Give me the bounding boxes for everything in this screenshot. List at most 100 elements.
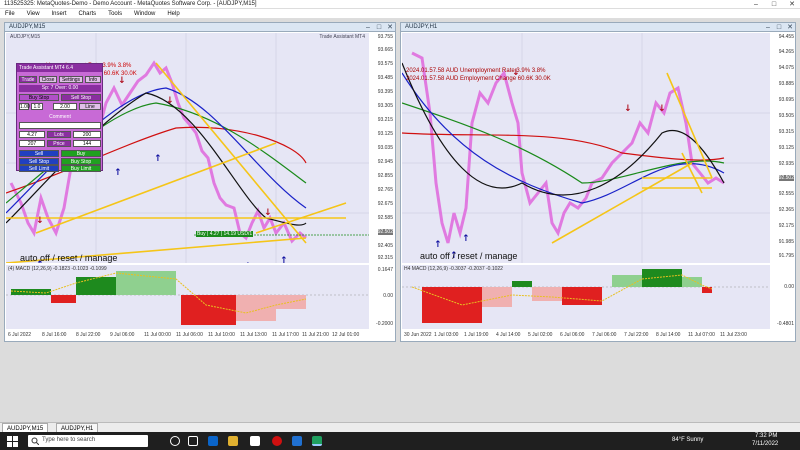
lots-value[interactable]: 4.27	[19, 131, 45, 138]
cortana-icon[interactable]	[170, 436, 180, 446]
price-chart-area[interactable]: ↓ ↓ ↓ ↑ ↑ ↑ 2024.01.57.58 AUD Unemployme…	[402, 33, 770, 263]
y-tick: 93.395	[377, 89, 393, 95]
tab-settings[interactable]: Settings	[59, 76, 83, 83]
trade-assistant-header[interactable]: Trade Assistant MT4 6.4	[17, 64, 102, 72]
clock-date[interactable]: 7/11/2022	[752, 441, 778, 447]
task-view-icon[interactable]	[188, 436, 198, 446]
rr-input[interactable]: 2.00	[53, 103, 77, 110]
macd-bar	[512, 281, 532, 287]
close-button[interactable]: ✕	[784, 0, 800, 9]
chart-minimize-button[interactable]: –	[363, 23, 373, 32]
buy-arrow-icon: ↑	[462, 234, 470, 244]
lot-input[interactable]: 1.00	[19, 103, 30, 110]
chart-close-button[interactable]: ✕	[785, 23, 795, 32]
x-tick: 11 Jul 00:00	[144, 332, 171, 338]
news-line-1: 2024.01.57.58 AUD Unemployment Rate 3.9%…	[406, 68, 546, 74]
opera-icon[interactable]	[272, 436, 282, 446]
menu-insert[interactable]: Insert	[46, 9, 71, 19]
menu-help[interactable]: Help	[162, 9, 184, 19]
buy-stop-button[interactable]: Buy Stop	[61, 158, 101, 165]
buy-limit-button[interactable]: Buy Limit	[61, 165, 101, 172]
menu-bar: File View Insert Charts Tools Window Hel…	[0, 9, 800, 19]
search-icon	[31, 437, 39, 445]
edge-icon[interactable]	[208, 436, 218, 446]
y-tick: 94.075	[778, 65, 794, 71]
price-value[interactable]: 144	[73, 140, 101, 147]
ema-green-line	[402, 102, 725, 184]
maximize-button[interactable]: □	[766, 0, 782, 9]
macd-bar	[116, 271, 176, 295]
taskbar-search-box[interactable]: Type here to search	[28, 435, 148, 447]
x-tick: 11 Jul 13:00	[240, 332, 267, 338]
macd-axis: 0.00 -0.4801	[770, 265, 796, 329]
metatrader-icon[interactable]	[312, 436, 322, 446]
tab-info[interactable]: Info	[85, 76, 101, 83]
sell-stop-toggle[interactable]: Sell Stop	[61, 94, 101, 101]
ema-black-line	[402, 62, 725, 196]
sell-arrow-icon: ↓	[624, 104, 632, 114]
x-tick: 1 Jul 19:00	[464, 332, 489, 338]
menu-view[interactable]: View	[22, 9, 45, 19]
buy-button[interactable]: Buy	[61, 150, 101, 157]
chrome-icon[interactable]	[250, 436, 260, 446]
tp-value[interactable]: 200	[73, 131, 101, 138]
macd-panel[interactable]: (4) MACD (12,26,9) -0.1823 -0.1023 -0.10…	[6, 265, 369, 329]
x-tick: 8 Jul 16:00	[42, 332, 67, 338]
news-line-2: 2024.01.57.58 AUD Employment Change 60.6…	[406, 76, 551, 82]
buy-order-label[interactable]: Buy | 4.27 | 14.19 USD/1	[196, 231, 254, 237]
menu-charts[interactable]: Charts	[73, 9, 101, 19]
title-bar: 113525325: MetaQuotes-Demo - Demo Accoun…	[0, 0, 800, 9]
macd-bar	[51, 295, 76, 303]
search-placeholder: Type here to search	[42, 437, 96, 443]
x-tick: 11 Jul 23:00	[720, 332, 747, 338]
tab-close[interactable]: Close	[39, 76, 57, 83]
sell-stop-button[interactable]: Sell Stop	[19, 158, 59, 165]
clock-time[interactable]: 7:32 PM	[755, 433, 777, 439]
x-tick: 11 Jul 21:00	[302, 332, 329, 338]
chart-maximize-button[interactable]: □	[374, 23, 384, 32]
chart-window-titlebar[interactable]: AUDJPY,H1 – □ ✕	[401, 23, 795, 32]
line-button[interactable]: Line	[79, 103, 101, 110]
buy-arrow-icon: ↑	[434, 240, 442, 250]
chart-minimize-button[interactable]: –	[763, 23, 773, 32]
windows-taskbar: Type here to search 84°F Sunny 7:32 PM 7…	[0, 432, 800, 450]
sell-arrow-icon: ↓	[166, 96, 174, 106]
menu-file[interactable]: File	[0, 9, 20, 19]
chart-window-audjpy-m15[interactable]: AUDJPY,M15 – □ ✕ AUDJPY,M15 Trade Assist…	[4, 22, 396, 342]
chart-window-title: AUDJPY,H1	[405, 24, 438, 30]
weather-text[interactable]: 84°F Sunny	[672, 437, 703, 443]
comment-input[interactable]	[19, 122, 101, 129]
tab-trade[interactable]: Trade	[19, 76, 37, 83]
menu-window[interactable]: Window	[129, 9, 160, 19]
auto-off-text: auto off / reset / manage	[420, 251, 518, 261]
sell-button[interactable]: Sell	[19, 150, 59, 157]
buy-stop-toggle[interactable]: Buy Stop	[19, 94, 59, 101]
chart-maximize-button[interactable]: □	[774, 23, 784, 32]
sell-arrow-icon: ↓	[264, 208, 272, 218]
chart-close-button[interactable]: ✕	[385, 23, 395, 32]
x-tick: 11 Jul 17:00	[272, 332, 299, 338]
y-tick: 93.125	[778, 145, 794, 151]
macd-panel[interactable]: H4 MACD (12,26,9) -0.3037 -0.2037 -0.102…	[402, 265, 770, 329]
ema-red-line	[402, 132, 725, 161]
y-tick: 93.305	[377, 103, 393, 109]
x-tick: 7 Jul 06:00	[592, 332, 617, 338]
sell-arrow-icon: ↓	[658, 104, 666, 114]
macd-tick: 0.1647	[377, 267, 393, 273]
sell-limit-button[interactable]: Sell Limit	[19, 165, 59, 172]
menu-tools[interactable]: Tools	[103, 9, 127, 19]
chart-window-audjpy-h1[interactable]: AUDJPY,H1 – □ ✕ ↓ ↓ ↓ ↑ ↑ ↑ 2024.01.57.5…	[400, 22, 796, 342]
macd-bar	[562, 287, 602, 305]
windows-start-icon[interactable]	[7, 436, 18, 447]
trade-assistant-panel[interactable]: Trade Assistant MT4 6.4 Trade Close Sett…	[16, 63, 103, 172]
macd-axis: 0.1647 0.00 -0.2000	[369, 265, 395, 329]
app-icon[interactable]	[292, 436, 302, 446]
sl-value[interactable]: 207	[19, 140, 45, 147]
file-explorer-icon[interactable]	[228, 436, 238, 446]
minimize-button[interactable]: –	[748, 0, 764, 9]
macd-tick: -0.2000	[376, 321, 393, 327]
macd-bar	[682, 277, 702, 287]
chart-window-titlebar[interactable]: AUDJPY,M15 – □ ✕	[5, 23, 395, 32]
risk-input[interactable]: 1.0	[31, 103, 43, 110]
chart-workspace: AUDJPY,M15 – □ ✕ AUDJPY,M15 Trade Assist…	[0, 19, 800, 422]
